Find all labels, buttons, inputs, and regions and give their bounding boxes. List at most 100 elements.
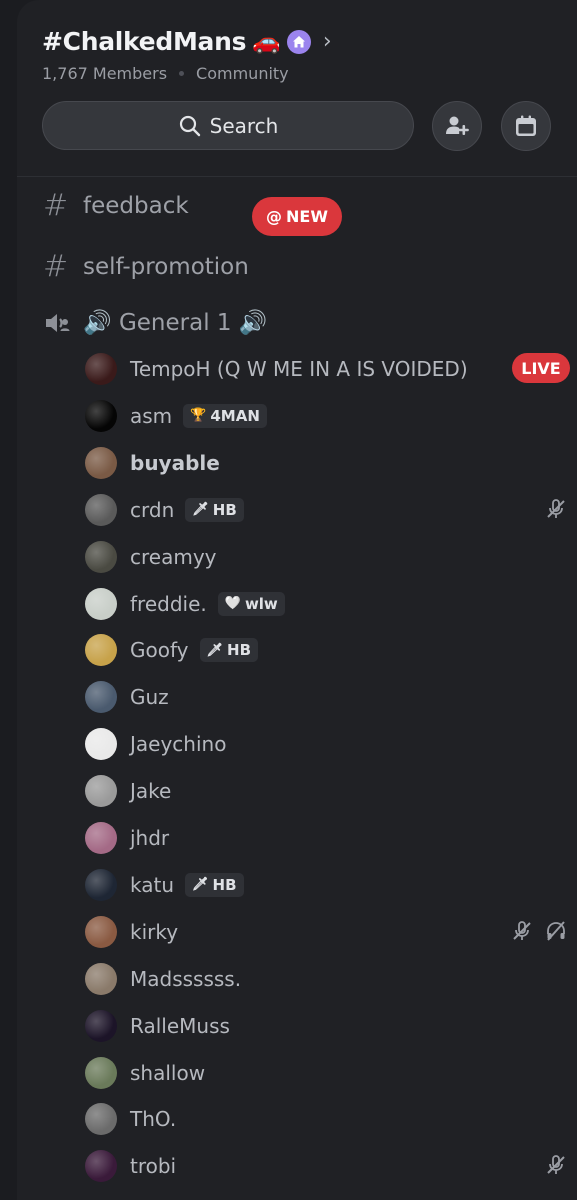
avatar[interactable] [85, 1103, 117, 1136]
voice-member-row[interactable]: TempoH (Q W ME IN A IS VOIDED) LIVE [85, 349, 570, 389]
new-mention-badge[interactable]: @ NEW [252, 197, 342, 236]
avatar[interactable] [85, 587, 117, 620]
live-badge[interactable]: LIVE [512, 353, 570, 383]
member-name: trobi [130, 1154, 177, 1179]
add-member-icon [446, 116, 469, 135]
voice-member-row[interactable]: shallow [85, 1053, 565, 1093]
member-name: Jake [130, 779, 172, 804]
voice-member-row[interactable]: Madssssss. [85, 959, 565, 999]
member-name: RalleMuss [130, 1013, 230, 1038]
at-sign-icon: @ [266, 207, 283, 226]
channel-self-promotion[interactable]: # self-promotion [43, 249, 249, 284]
invite-button[interactable] [432, 101, 482, 151]
header-divider [17, 176, 577, 177]
member-tag[interactable]: 🏆 4MAN [183, 403, 267, 428]
tag-icon: 🗡 [192, 502, 209, 518]
member-name: crdn [130, 497, 175, 522]
avatar[interactable] [85, 634, 117, 667]
voice-member-row[interactable]: freddie. 🤍 wlw [85, 584, 565, 624]
avatar[interactable] [85, 1150, 117, 1183]
headphones-deafened-icon [545, 920, 567, 946]
voice-status-icons [511, 920, 567, 946]
mic-muted-icon [545, 1154, 567, 1180]
avatar[interactable] [85, 728, 117, 761]
member-name: Guz [130, 685, 169, 710]
tag-label: wlw [244, 594, 278, 613]
search-label: Search [209, 113, 279, 138]
voice-status-icons [545, 1154, 567, 1180]
member-name: kirky [130, 919, 179, 944]
member-name: buyable [130, 450, 220, 475]
member-tag[interactable]: 🗡 HB [185, 872, 244, 897]
voice-member-row[interactable]: katu 🗡 HB [85, 865, 565, 905]
voice-member-row[interactable]: Jaeychino [85, 724, 565, 764]
server-type: Community [196, 64, 289, 83]
tag-icon: 🏆 [190, 408, 207, 424]
channel-sidebar: #ChalkedMans 🚗 › 1,767 Members Community… [17, 0, 577, 1200]
avatar[interactable] [85, 399, 117, 432]
search-icon [179, 115, 200, 136]
channel-label: feedback [83, 192, 189, 219]
text-channel-icon: # [43, 188, 69, 223]
avatar[interactable] [85, 353, 117, 385]
tag-label: HB [212, 875, 237, 894]
avatar[interactable] [85, 493, 117, 526]
voice-channel-general-1[interactable]: 🔊 General 1 🔊 [43, 309, 267, 336]
member-name: Goofy [130, 638, 189, 663]
avatar[interactable] [85, 915, 117, 948]
avatar[interactable] [85, 962, 117, 995]
voice-member-row[interactable]: RalleMuss [85, 1006, 565, 1046]
member-name: Jaeychino [130, 732, 227, 757]
avatar[interactable] [85, 822, 117, 854]
chevron-right-icon[interactable]: › [323, 29, 332, 54]
member-name: Madssssss. [130, 966, 242, 991]
avatar[interactable] [85, 446, 117, 479]
voice-member-row[interactable]: ThO. [85, 1099, 565, 1139]
voice-member-row[interactable]: Goofy 🗡 HB [85, 630, 565, 670]
search-button[interactable]: Search [42, 101, 414, 150]
voice-member-row[interactable]: trobi [85, 1146, 565, 1186]
channel-label: self-promotion [83, 253, 249, 280]
avatar[interactable] [85, 681, 117, 714]
member-name: asm [130, 403, 173, 428]
voice-member-row[interactable]: jhdr [85, 818, 565, 858]
avatar[interactable] [85, 775, 117, 808]
tag-icon: 🗡 [192, 877, 209, 893]
mic-muted-icon [545, 498, 567, 524]
member-tag[interactable]: 🗡 HB [199, 638, 259, 663]
tag-label: HB [227, 641, 252, 660]
voice-channel-icon [43, 310, 83, 336]
server-name[interactable]: #ChalkedMans [42, 27, 246, 56]
voice-member-row[interactable]: Jake [85, 771, 565, 811]
home-icon [286, 29, 311, 54]
voice-member-row[interactable]: asm 🏆 4MAN [85, 396, 565, 436]
voice-member-row[interactable]: creamyy [85, 537, 565, 577]
events-button[interactable] [501, 101, 551, 151]
tag-icon: 🤍 [224, 596, 241, 611]
separator-dot [179, 71, 185, 76]
mic-muted-icon [511, 920, 533, 946]
member-tag[interactable]: 🗡 HB [185, 497, 244, 522]
avatar[interactable] [85, 1009, 117, 1042]
member-tag[interactable]: 🤍 wlw [217, 591, 285, 616]
voice-member-row[interactable]: crdn 🗡 HB [85, 490, 565, 530]
tag-label: HB [212, 500, 237, 519]
member-name: ThO. [130, 1107, 177, 1132]
voice-member-row[interactable]: kirky [85, 912, 565, 952]
avatar[interactable] [85, 868, 117, 901]
member-name: shallow [130, 1060, 206, 1085]
member-count: 1,767 Members [42, 64, 168, 83]
tag-label: 4MAN [210, 406, 260, 425]
member-name: creamyy [130, 544, 217, 569]
avatar[interactable] [85, 1056, 117, 1089]
car-emoji: 🚗 [252, 29, 281, 55]
member-name: TempoH (Q W ME IN A IS VOIDED) [130, 357, 468, 381]
channel-feedback[interactable]: # feedback [43, 188, 189, 223]
voice-member-row[interactable]: buyable [85, 443, 565, 483]
avatar[interactable] [85, 540, 117, 573]
text-channel-icon: # [43, 249, 69, 284]
member-name: jhdr [130, 826, 170, 850]
badge-label: NEW [286, 207, 328, 226]
server-header[interactable]: #ChalkedMans 🚗 › 1,767 Members Community [42, 27, 332, 83]
voice-member-row[interactable]: Guz [85, 677, 565, 717]
